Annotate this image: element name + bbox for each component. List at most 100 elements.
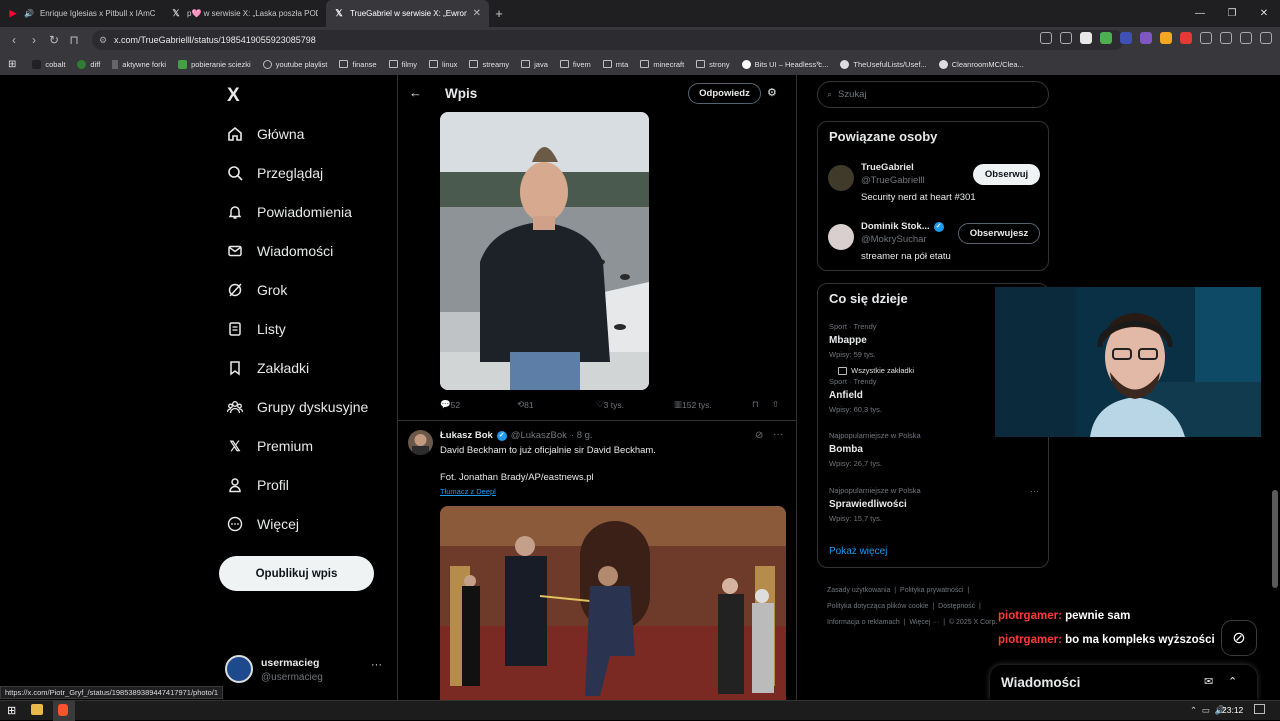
sidebar-item-profile[interactable]: Profil — [227, 477, 289, 493]
site-info-icon[interactable]: ⚙ — [99, 30, 107, 50]
page-scrollbar[interactable] — [1272, 490, 1278, 588]
post-author[interactable]: Łukasz Bok ✓ @LukaszBok · 8 g. — [440, 430, 593, 441]
account-switcher[interactable]: usermacieg @usermacieg ··· — [225, 655, 385, 687]
extension-icon[interactable] — [1140, 32, 1152, 44]
new-message-icon[interactable]: ✉ — [1204, 675, 1213, 688]
browser-tab[interactable]: 𝕏 p🩷 w serwisie X: „Laska poszła POD — [163, 0, 326, 27]
views-action[interactable]: ▥ 152 tys. — [674, 399, 712, 410]
extension-icon[interactable] — [1160, 32, 1172, 44]
extension-icon[interactable] — [1100, 32, 1112, 44]
person-row[interactable]: TrueGabriel @TrueGabrielll Security nerd… — [828, 162, 1043, 208]
sidebar-item-more[interactable]: Więcej — [227, 516, 299, 532]
trend-item[interactable]: Najpopularniejsze w Polska Sprawiedliwoś… — [829, 486, 1039, 534]
close-tab-icon[interactable]: ✕ — [473, 8, 481, 19]
sidebar-item-messages[interactable]: Wiadomości — [227, 243, 333, 259]
bookmark-folder[interactable]: java — [521, 60, 548, 69]
messages-drawer[interactable]: Wiadomości ✉ ⌃ — [990, 665, 1257, 700]
translate-link[interactable]: Tłumacz z Deepl — [440, 487, 496, 496]
post-button[interactable]: Opublikuj wpis — [219, 556, 374, 591]
reload-icon[interactable]: ↻ — [44, 33, 64, 47]
sidebar-item-premium[interactable]: 𝕏 Premium — [227, 438, 313, 455]
more-options-icon[interactable]: ··· — [1030, 486, 1039, 496]
forward-icon[interactable]: › — [24, 33, 44, 47]
more-options-icon[interactable]: ··· — [773, 429, 783, 440]
close-window-icon[interactable]: ✕ — [1248, 0, 1280, 27]
settings-sliders-icon[interactable]: ⚙ — [767, 86, 777, 99]
footer-link[interactable]: Polityka prywatności — [900, 587, 963, 594]
apps-icon[interactable]: ⊞ — [8, 59, 16, 70]
search-input[interactable]: ⌕ Szukaj — [817, 81, 1049, 108]
windows-start-icon[interactable]: ⊞ — [7, 704, 21, 718]
bookmark-folder[interactable]: linux — [429, 60, 457, 69]
avatar[interactable] — [828, 224, 854, 250]
url-bar[interactable]: ⚙ x.com/TrueGabrielll/status/19854190559… — [92, 30, 1124, 50]
bookmark-page-icon[interactable]: ⊓ — [64, 33, 84, 47]
extension-icon[interactable] — [1180, 32, 1192, 44]
avatar[interactable] — [408, 430, 433, 455]
back-arrow-icon[interactable]: ← — [409, 85, 422, 100]
bookmark-folder[interactable]: streamy — [469, 60, 509, 69]
bookmark-item[interactable]: cobalt — [32, 59, 65, 69]
bookmark-folder[interactable]: mta — [602, 60, 628, 69]
share-icon[interactable] — [1060, 32, 1072, 44]
bookmark-folder[interactable]: minecraft — [640, 60, 684, 69]
following-button[interactable]: Obserwujesz — [958, 223, 1040, 244]
menu-icon[interactable] — [1260, 32, 1272, 44]
follow-button[interactable]: Obserwuj — [973, 164, 1040, 185]
restore-icon[interactable]: ❐ — [1216, 0, 1248, 27]
reply-action[interactable]: 💬 52 — [440, 399, 460, 410]
post[interactable]: Łukasz Bok ✓ @LukaszBok · 8 g. ⊘ ··· Dav… — [398, 421, 796, 700]
sidebar-item-home[interactable]: Główna — [227, 126, 304, 142]
media-icon[interactable] — [1240, 32, 1252, 44]
bookmark-folder[interactable]: finanse — [339, 60, 377, 69]
system-tray[interactable]: ⌃ ▭ 🔊 — [1190, 705, 1225, 716]
footer-link[interactable]: Polityka dotycząca plików cookie — [827, 603, 929, 610]
extension-icon[interactable] — [1120, 32, 1132, 44]
repost-action[interactable]: ⟲ 81 — [517, 399, 534, 410]
browser-tab[interactable]: ▶ 🔊 Enrique Iglesias x Pitbull x IAmCh — [0, 0, 163, 27]
sidebar-item-explore[interactable]: Przeglądaj — [227, 165, 323, 181]
extensions-puzzle-icon[interactable] — [1200, 32, 1212, 44]
person-row[interactable]: Dominik Stok... ✓ @MokrySuchar streamer n… — [828, 221, 1043, 267]
back-icon[interactable]: ‹ — [4, 33, 24, 47]
sidebar-item-bookmarks[interactable]: Zakładki — [227, 360, 309, 376]
speaker-icon[interactable]: 🔊 — [24, 9, 34, 18]
brave-shield-icon[interactable] — [1080, 32, 1092, 44]
grok-icon[interactable]: ⊘ — [755, 430, 763, 441]
bookmark-folder[interactable]: filmy — [388, 60, 417, 69]
bookmark-item[interactable]: diff — [77, 59, 100, 69]
sidebar-icon[interactable] — [1220, 32, 1232, 44]
file-explorer-icon[interactable] — [31, 704, 43, 715]
clock[interactable]: 23:12 — [1222, 705, 1243, 715]
bookmark-item[interactable]: aktywne forki — [112, 59, 166, 69]
sidebar-item-lists[interactable]: Listy — [227, 321, 286, 337]
new-tab-button[interactable]: + — [489, 6, 509, 21]
show-more-link[interactable]: Pokaż więcej — [829, 546, 887, 557]
bookmark-item[interactable]: pobieranie sciezki — [178, 59, 251, 69]
x-logo[interactable]: X — [227, 85, 240, 107]
reply-button[interactable]: Odpowiedz — [688, 83, 761, 104]
sidebar-item-communities[interactable]: Grupy dyskusyjne — [227, 399, 368, 415]
cast-icon[interactable] — [1040, 32, 1052, 44]
bookmark-folder[interactable]: strony — [696, 60, 730, 69]
bookmark-icon[interactable]: ⊓ — [752, 399, 759, 410]
trend-item[interactable]: Najpopularniejsze w Polska Bomba Wpisy: … — [829, 431, 1039, 479]
post-photo[interactable] — [440, 112, 649, 390]
chevron-up-icon[interactable]: ⌃ — [1228, 675, 1237, 688]
post-photo[interactable] — [440, 506, 786, 700]
avatar[interactable] — [828, 165, 854, 191]
browser-tab-active[interactable]: 𝕏 TrueGabriel w serwisie X: „Ewron ✕ — [326, 0, 489, 27]
bookmark-folder[interactable]: fivem — [559, 60, 591, 69]
sidebar-item-grok[interactable]: Grok — [227, 282, 287, 298]
grok-floating-button[interactable]: ⊘ — [1221, 620, 1257, 656]
footer-link[interactable]: Więcej ··· — [909, 619, 939, 626]
sidebar-item-notifications[interactable]: Powiadomienia — [227, 204, 352, 220]
footer-link[interactable]: Informacja o reklamach — [827, 619, 900, 626]
minimize-icon[interactable]: — — [1184, 0, 1216, 27]
notifications-icon[interactable] — [1254, 704, 1265, 714]
more-options-icon[interactable]: ··· — [371, 659, 382, 671]
bookmark-item[interactable]: youtube playlist — [262, 59, 327, 69]
share-icon[interactable]: ⇧ — [772, 399, 779, 410]
footer-link[interactable]: Dostępność — [938, 603, 975, 610]
footer-link[interactable]: Zasady użytkowania — [827, 587, 890, 594]
